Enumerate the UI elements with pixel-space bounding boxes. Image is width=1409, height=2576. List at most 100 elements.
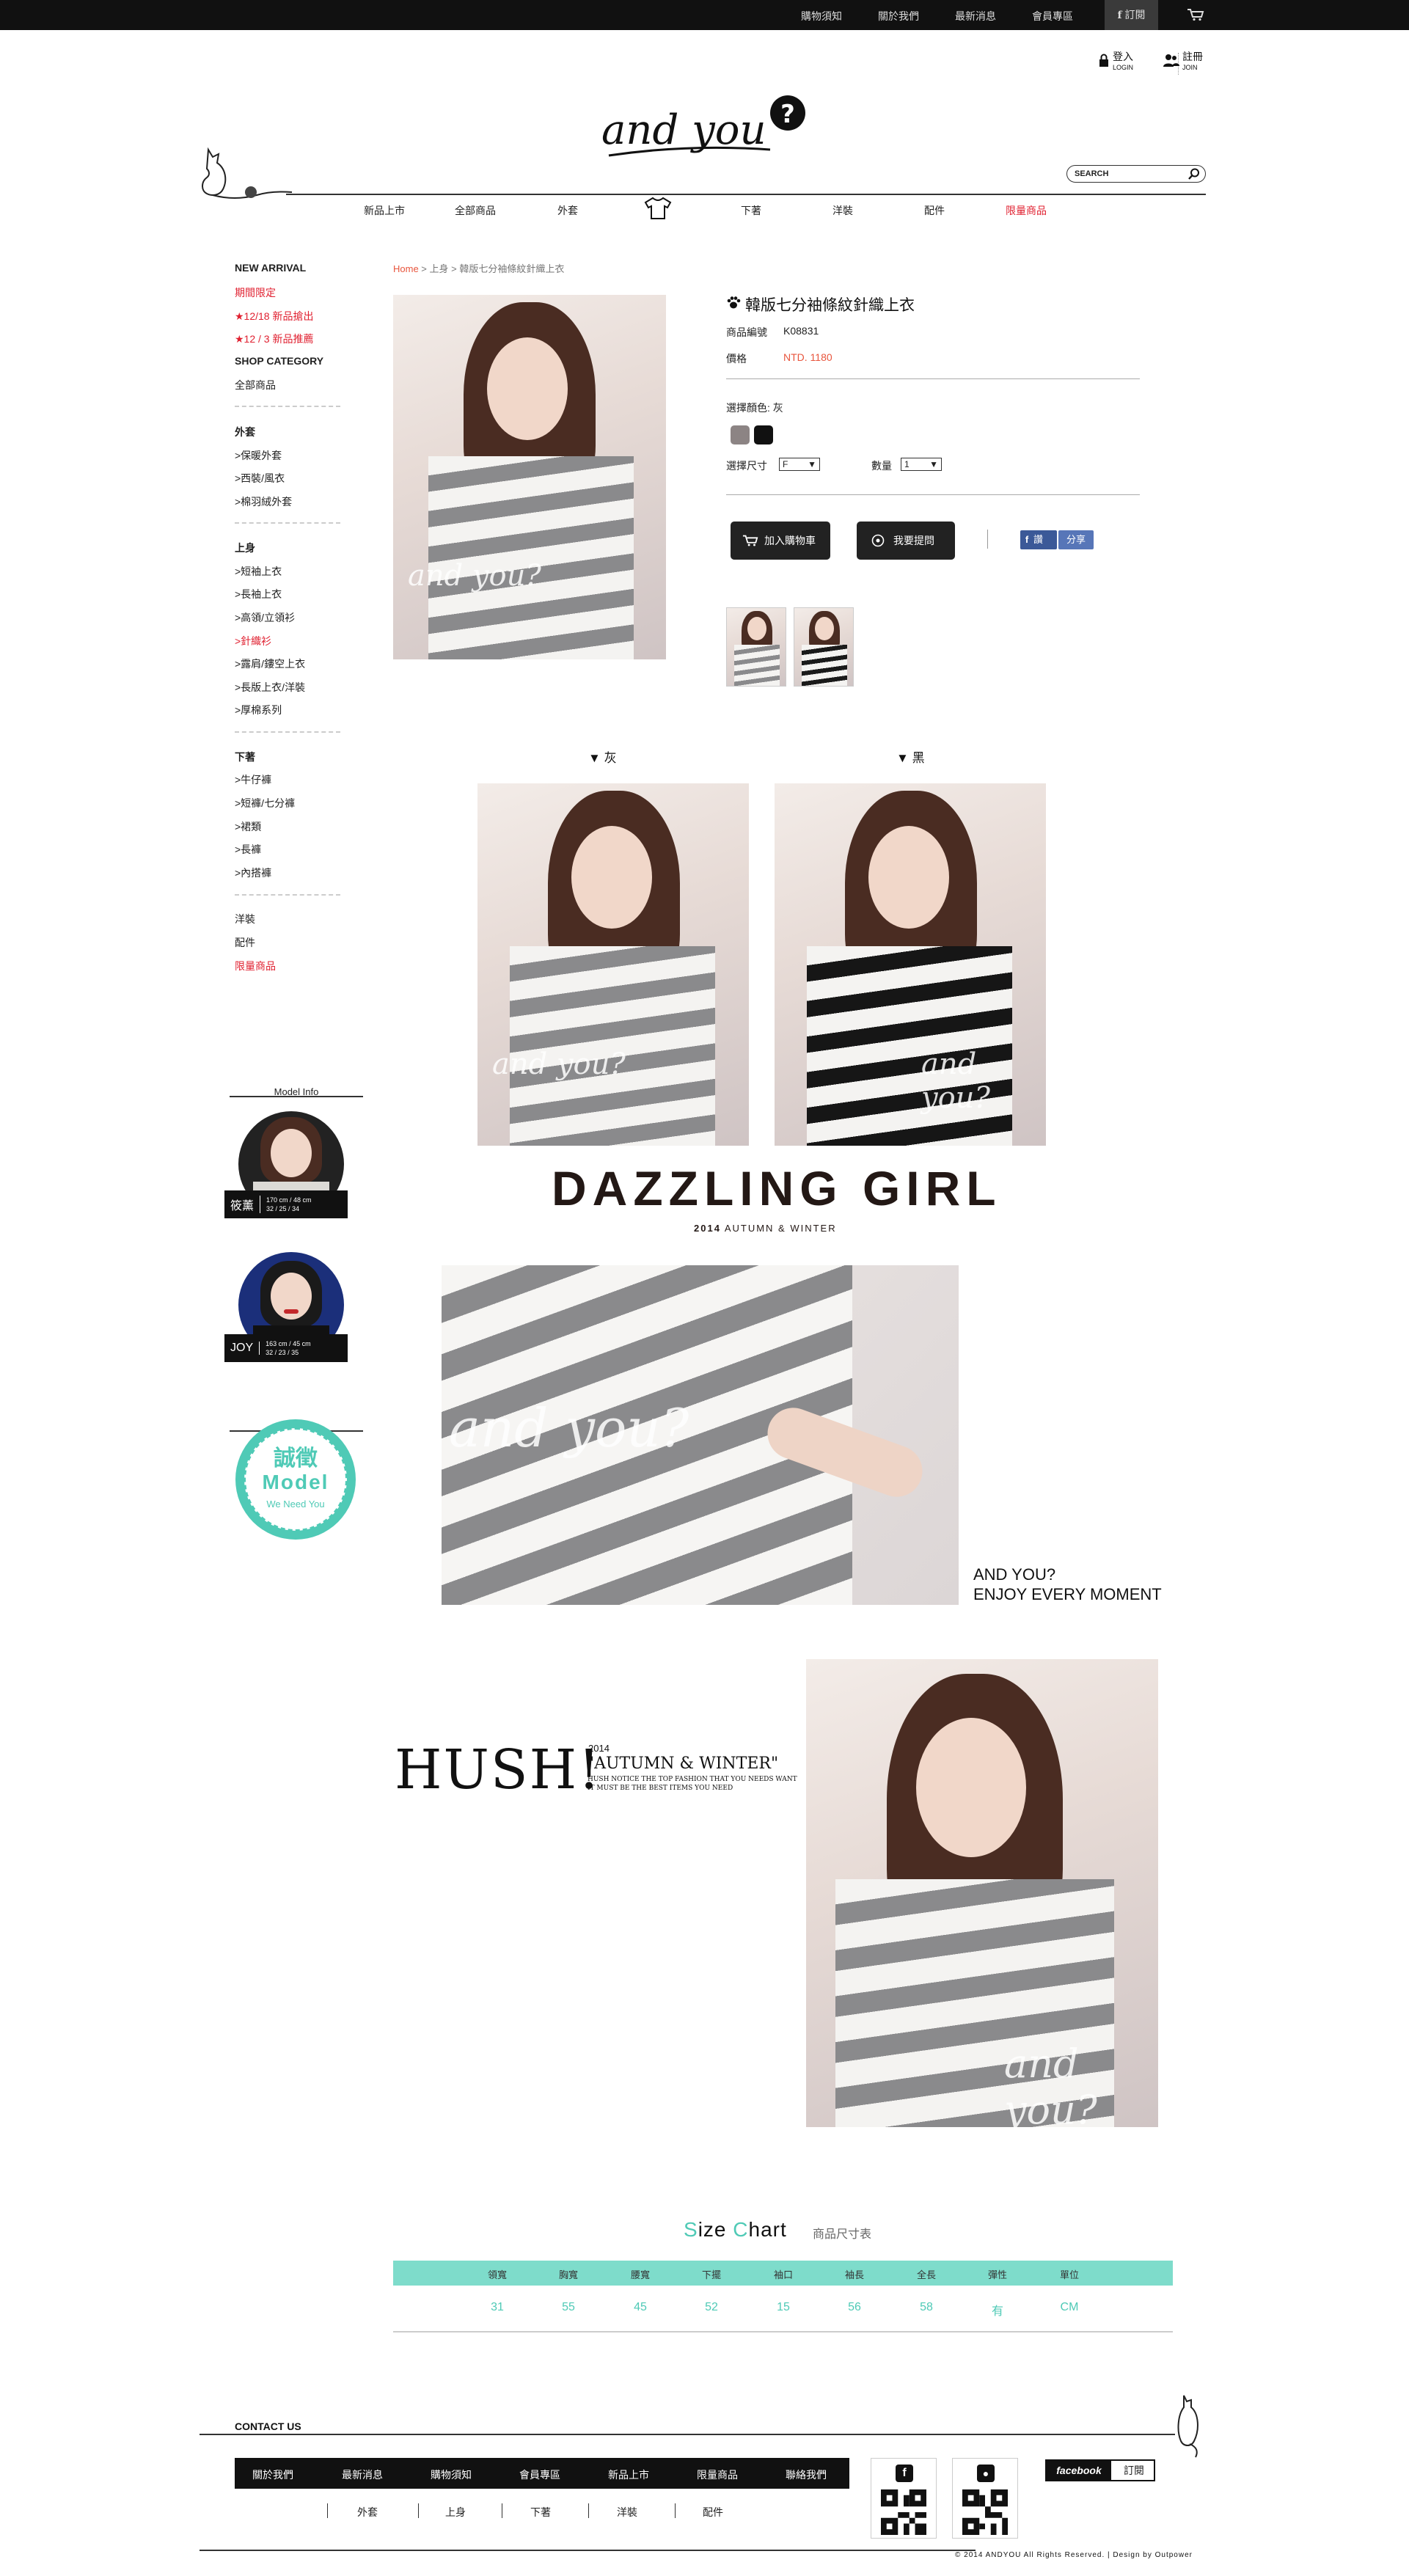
topbar-link-about[interactable]: 關於我們 <box>878 9 919 23</box>
logo-wordmark: and you <box>601 106 766 154</box>
sidebar-item-new-arrival[interactable]: NEW ARRIVAL <box>235 262 306 274</box>
facebook-subscribe-badge[interactable]: facebook 訂閱 <box>1045 2459 1155 2481</box>
footer-sub-dresses[interactable]: 洋裝 <box>617 2505 637 2520</box>
facebook-like-button[interactable]: f讚 <box>1020 530 1057 549</box>
footer-link-shopping-info[interactable]: 購物須知 <box>431 2467 472 2482</box>
photo-watermark: and you? <box>408 559 541 593</box>
footer-separator <box>418 2503 419 2518</box>
hush-season: "AUTUMN & WINTER" <box>587 1754 779 1773</box>
nav-new-arrival[interactable]: 新品上市 <box>364 203 405 218</box>
product-thumbnail-grey[interactable] <box>726 607 786 687</box>
sidebar-item-off-shoulder[interactable]: >露肩/鏤空上衣 <box>235 656 305 671</box>
footer-link-new-arrival[interactable]: 新品上市 <box>608 2467 649 2482</box>
sidebar-item-limited-time[interactable]: 期間限定 <box>235 285 276 300</box>
cart-icon[interactable] <box>1187 8 1204 21</box>
product-title: 韓版七分袖條紋針織上衣 <box>745 297 915 314</box>
nav-limited[interactable]: 限量商品 <box>1006 203 1047 218</box>
breadcrumb-path: > 上身 > 韓版七分袖條紋針織上衣 <box>418 263 565 274</box>
add-to-cart-button[interactable]: 加入購物車 <box>731 522 830 560</box>
topbar-link-news[interactable]: 最新消息 <box>955 9 996 23</box>
sidebar-item-down-jackets[interactable]: >棉羽絨外套 <box>235 494 292 509</box>
size-chart-value: CM <box>1060 2301 1079 2313</box>
sidebar-item-thick-cotton[interactable]: >厚棉系列 <box>235 703 282 717</box>
sidebar-item-outerwear[interactable]: 外套 <box>235 425 255 439</box>
sidebar-item-knitwear[interactable]: >針織衫 <box>235 634 271 648</box>
dropdown-arrow-icon: ▼ <box>929 459 938 469</box>
qty-select[interactable]: 1 ▼ <box>901 458 942 471</box>
contact-heading: CONTACT US <box>235 2421 301 2432</box>
sidebar-item-turtleneck[interactable]: >高領/立領衫 <box>235 610 295 625</box>
nav-outerwear[interactable]: 外套 <box>557 203 578 218</box>
sidebar-item-jeans[interactable]: >牛仔褲 <box>235 772 271 787</box>
andyou-logo[interactable]: and you ? <box>601 92 808 170</box>
footer-link-news[interactable]: 最新消息 <box>342 2467 383 2482</box>
size-chart-header: 彈性 <box>987 2269 1007 2280</box>
footer-sub-tops[interactable]: 上身 <box>445 2505 466 2520</box>
footer-separator <box>675 2503 676 2518</box>
sidebar-divider <box>235 894 340 896</box>
lookbook-image: and you? <box>806 1659 1158 2127</box>
sidebar-item-bottoms[interactable]: 下著 <box>235 750 255 764</box>
size-chart-value: 55 <box>562 2301 575 2313</box>
sidebar-item-shorts[interactable]: >短褲/七分褲 <box>235 796 295 811</box>
product-main-image[interactable]: and you? <box>393 295 666 659</box>
breadcrumb-home[interactable]: Home <box>393 263 419 274</box>
nav-all-products[interactable]: 全部商品 <box>455 203 496 218</box>
banner-tagline-1: AND YOU? <box>973 1565 1056 1584</box>
photo-watermark: and you? <box>921 1047 990 1115</box>
sidebar-item-tops[interactable]: 上身 <box>235 541 255 555</box>
size-chart-title-s: S <box>684 2218 698 2241</box>
sidebar-item-leggings[interactable]: >內搭褲 <box>235 866 271 880</box>
footer-link-contact[interactable]: 聯絡我們 <box>786 2467 827 2482</box>
nav-tops-tshirt-icon[interactable] <box>644 197 672 220</box>
sidebar-item-suits[interactable]: >西裝/風衣 <box>235 471 285 486</box>
login-sublabel: LOGIN <box>1113 64 1134 71</box>
color-swatch-black[interactable] <box>754 425 773 444</box>
model-name-2: JOY <box>230 1342 260 1355</box>
sidebar-item-accessories[interactable]: 配件 <box>235 935 255 950</box>
size-select[interactable]: F ▼ <box>779 458 820 471</box>
sidebar-item-skirts[interactable]: >裙類 <box>235 819 261 834</box>
sidebar-item-short-sleeve[interactable]: >短袖上衣 <box>235 564 282 579</box>
nav-bottoms[interactable]: 下著 <box>741 203 761 218</box>
footer-sub-outerwear[interactable]: 外套 <box>357 2505 378 2520</box>
line-qr[interactable]: ● <box>952 2458 1018 2539</box>
size-chart-title-ize: ize <box>698 2218 733 2241</box>
facebook-qr[interactable]: f <box>871 2458 937 2539</box>
footer-link-limited[interactable]: 限量商品 <box>697 2467 738 2482</box>
footer-sub-accessories[interactable]: 配件 <box>703 2505 723 2520</box>
search-input[interactable]: SEARCH <box>1066 165 1206 183</box>
footer-link-member[interactable]: 會員專區 <box>519 2467 560 2482</box>
model-name-1: 筱薰 <box>230 1196 261 1213</box>
sidebar-item-limited[interactable]: 限量商品 <box>235 959 276 973</box>
color-swatch-grey[interactable] <box>731 425 750 444</box>
topbar-link-shopping-info[interactable]: 購物須知 <box>801 9 842 23</box>
sidebar-item-long-sleeve[interactable]: >長袖上衣 <box>235 587 282 601</box>
recruit-zh: 誠徵 <box>274 1446 318 1471</box>
share-button[interactable]: 分享 <box>1058 530 1094 549</box>
topbar-link-member[interactable]: 會員專區 <box>1032 9 1073 23</box>
sidebar-item-1218[interactable]: ★12/18 新品搶出 <box>235 309 313 323</box>
variant-image-grey: and you? <box>477 783 749 1146</box>
nav-dresses[interactable]: 洋裝 <box>832 203 853 218</box>
product-separator <box>726 378 1140 379</box>
footer-separator <box>327 2503 328 2518</box>
footer-bottom-rule <box>200 2550 976 2551</box>
sidebar-item-dresses[interactable]: 洋裝 <box>235 912 255 926</box>
footer-sub-bottoms[interactable]: 下著 <box>530 2505 551 2520</box>
join-link[interactable]: 註冊 JOIN <box>1163 51 1203 73</box>
ask-question-button[interactable]: 我要提問 <box>857 522 955 560</box>
footer-link-about[interactable]: 關於我們 <box>252 2467 293 2482</box>
sidebar-item-pants[interactable]: >長褲 <box>235 842 261 857</box>
sidebar-item-all[interactable]: 全部商品 <box>235 378 276 392</box>
facebook-subscribe-button[interactable]: f 訂閱 <box>1105 0 1158 30</box>
nav-accessories[interactable]: 配件 <box>924 203 945 218</box>
sidebar-item-warm-coats[interactable]: >保暖外套 <box>235 448 282 463</box>
size-chart-title-hart: hart <box>748 2218 787 2241</box>
sidebar-item-long-tops[interactable]: >長版上衣/洋裝 <box>235 680 305 695</box>
search-icon[interactable] <box>1188 168 1200 180</box>
product-thumbnail-black[interactable] <box>794 607 854 687</box>
sidebar-item-123[interactable]: ★12 / 3 新品推薦 <box>235 332 313 346</box>
login-link[interactable]: 登入 LOGIN <box>1098 51 1133 73</box>
hush-year: 2014 <box>588 1743 610 1754</box>
